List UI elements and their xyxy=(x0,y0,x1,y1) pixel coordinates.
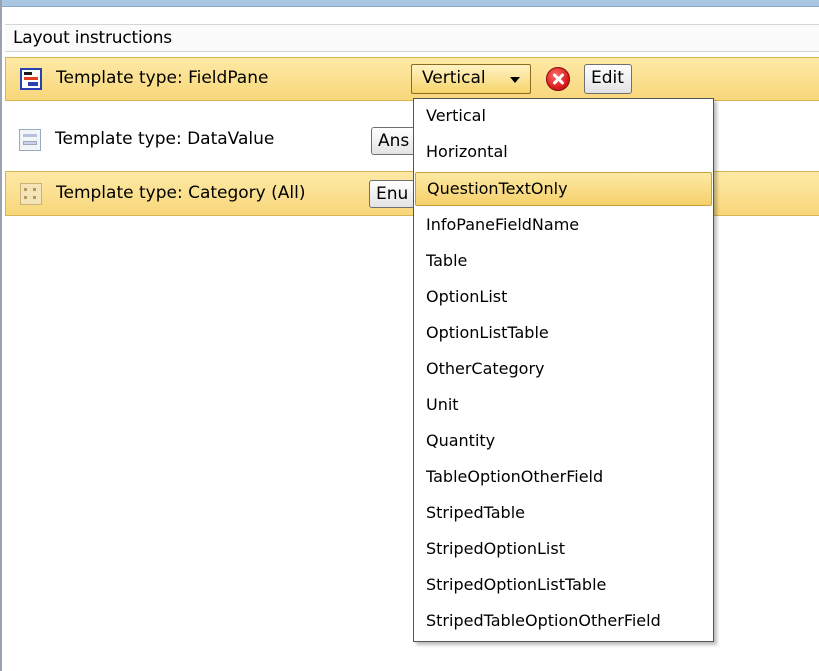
template-type-label: Template type: DataValue xyxy=(55,129,275,149)
dropdown-option-vertical[interactable]: Vertical xyxy=(415,100,712,134)
dropdown-option-stripedtable[interactable]: StripedTable xyxy=(415,497,712,531)
dropdown-option-table[interactable]: Table xyxy=(415,245,712,279)
remove-icon[interactable] xyxy=(546,67,570,91)
layout-instructions-window: Layout instructions Template type: Field… xyxy=(0,0,819,671)
chevron-down-icon xyxy=(510,77,520,83)
dropdown-option-othercategory[interactable]: OtherCategory xyxy=(415,353,712,387)
dropdown-option-tableoptionotherfield[interactable]: TableOptionOtherField xyxy=(415,461,712,495)
dropdown-option-stripedoptionlisttable[interactable]: StripedOptionListTable xyxy=(415,569,712,603)
panel-title: Layout instructions xyxy=(13,28,172,48)
answer-button[interactable]: Ans xyxy=(371,127,417,155)
template-type-label: Template type: FieldPane xyxy=(56,68,269,88)
fieldpane-template-icon xyxy=(20,68,42,90)
category-template-icon xyxy=(20,183,42,205)
template-type-label: Template type: Category (All) xyxy=(56,183,306,203)
dropdown-option-stripedoptionlist[interactable]: StripedOptionList xyxy=(415,533,712,567)
layout-type-select-value: Vertical xyxy=(422,68,486,88)
datavalue-template-icon xyxy=(19,129,41,151)
enum-button[interactable]: Enu xyxy=(369,180,415,208)
dropdown-option-unit[interactable]: Unit xyxy=(415,389,712,423)
panel-header: Layout instructions xyxy=(5,24,819,52)
dropdown-option-quantity[interactable]: Quantity xyxy=(415,425,712,459)
dropdown-option-stripedtableoptionotherfield[interactable]: StripedTableOptionOtherField xyxy=(415,605,712,639)
dropdown-option-questiontextonly[interactable]: QuestionTextOnly xyxy=(415,172,712,206)
layout-type-select[interactable]: Vertical xyxy=(411,64,531,94)
dropdown-option-optionlist[interactable]: OptionList xyxy=(415,281,712,315)
layout-type-dropdown-list[interactable]: Vertical Horizontal QuestionTextOnly Inf… xyxy=(413,98,714,642)
edit-button[interactable]: Edit xyxy=(584,64,632,94)
dropdown-option-optionlisttable[interactable]: OptionListTable xyxy=(415,317,712,351)
dropdown-option-horizontal[interactable]: Horizontal xyxy=(415,136,712,170)
dropdown-option-infopanefieldname[interactable]: InfoPaneFieldName xyxy=(415,209,712,243)
top-border-strip xyxy=(2,0,819,7)
